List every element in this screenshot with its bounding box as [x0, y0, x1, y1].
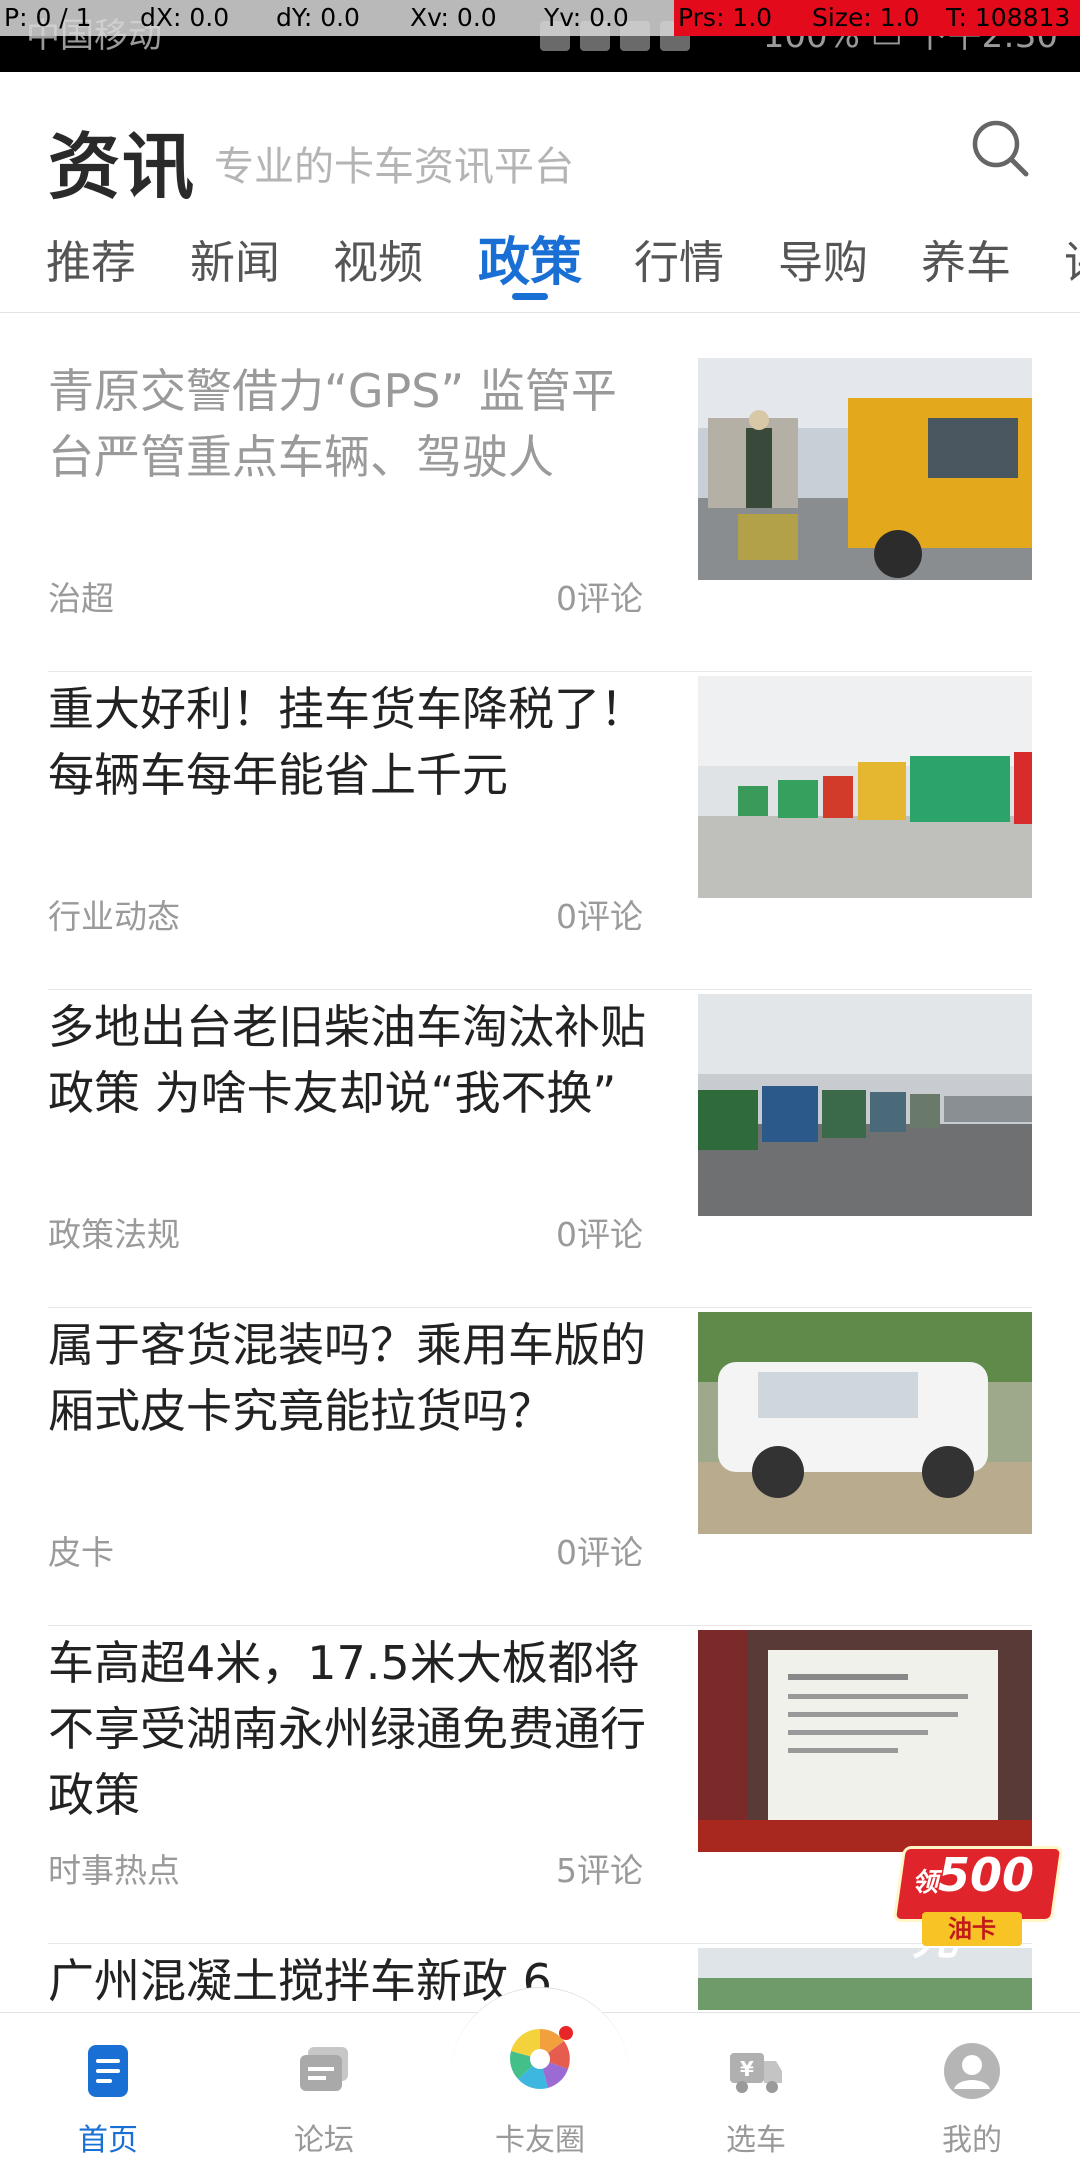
promo-prefix: 领 [912, 1868, 939, 1898]
truck-price-icon: ¥ [726, 2041, 786, 2101]
article-comments: 0评论 [556, 897, 643, 936]
article-tag: 治超 [48, 579, 114, 618]
article-comments: 0评论 [556, 1533, 643, 1572]
tab-news[interactable]: 新闻 [190, 226, 280, 291]
tab-market[interactable]: 行情 [634, 226, 724, 291]
svg-text:¥: ¥ [740, 2057, 754, 2081]
debug-pointer: P: 0 / 1 [0, 0, 136, 36]
profile-icon [942, 2041, 1002, 2101]
article-thumbnail [698, 1630, 1032, 1852]
article-thumbnail [698, 994, 1032, 1216]
article-comments: 0评论 [556, 1215, 643, 1254]
page-header: 资讯 专业的卡车资讯平台 推荐 新闻 视频 政策 行情 导购 养车 评 [0, 72, 1080, 313]
article-title: 青原交警借力“GPS” 监管平台严管重点车辆、驾驶人 [48, 364, 617, 484]
tab-review[interactable]: 评 [1064, 226, 1080, 291]
list-item[interactable]: 青原交警借力“GPS” 监管平台严管重点车辆、驾驶人 治超 0评论 [48, 354, 1032, 672]
forum-icon [294, 2041, 354, 2101]
nav-profile-label: 我的 [942, 2123, 1002, 2158]
debug-t: T: 108813 [942, 0, 1080, 36]
page-subtitle: 专业的卡车资讯平台 [214, 144, 574, 190]
status-bar: 中国移动 100% ▭ 下午2:30 P: 0 / 1 dX: 0.0 dY: … [0, 0, 1080, 72]
list-item[interactable]: 重大好利！挂车货车降税了！每辆车每年能省上千元 行业动态 0评论 [48, 672, 1032, 990]
article-title: 车高超4米，17.5米大板都将不享受湖南永州绿通免费通行政策 [48, 1636, 646, 1822]
pointer-debug-overlay: P: 0 / 1 dX: 0.0 dY: 0.0 Xv: 0.0 Yv: 0.0… [0, 0, 1080, 36]
debug-size: Size: 1.0 [808, 0, 942, 36]
debug-dx: dX: 0.0 [136, 0, 272, 36]
nav-home-label: 首页 [78, 2123, 138, 2158]
tab-policy[interactable]: 政策 [478, 220, 582, 295]
article-tag: 政策法规 [48, 1215, 180, 1254]
article-thumbnail [698, 358, 1032, 580]
list-item[interactable]: 车高超4米，17.5米大板都将不享受湖南永州绿通免费通行政策 时事热点 5评论 [48, 1626, 1032, 1944]
article-thumbnail [698, 676, 1032, 898]
news-feed[interactable]: 青原交警借力“GPS” 监管平台严管重点车辆、驾驶人 治超 0评论 重大好利！挂… [0, 320, 1080, 2010]
promo-label: 油卡 [922, 1912, 1022, 1946]
list-item[interactable]: 多地出台老旧柴油车淘汰补贴政策 为啥卡友却说“我不换” 政策法规 0评论 [48, 990, 1032, 1308]
nav-choose-truck[interactable]: ¥ 选车 [648, 2013, 864, 2161]
fuel-card-promo[interactable]: 领500元 油卡 [892, 1838, 1064, 1965]
tab-recommend[interactable]: 推荐 [46, 226, 136, 291]
article-thumbnail [698, 1312, 1032, 1534]
bottom-navigation: 首页 论坛 卡友圈 ¥ 选车 我的 [0, 1987, 1080, 2161]
debug-yv: Yv: 0.0 [540, 0, 674, 36]
nav-truck-circle[interactable]: 卡友圈 [432, 2013, 648, 2161]
home-doc-icon [78, 2041, 138, 2101]
search-icon[interactable] [968, 116, 1032, 180]
article-comments: 0评论 [556, 579, 643, 618]
nav-choose-truck-label: 选车 [726, 2123, 786, 2158]
active-tab-indicator [512, 293, 548, 300]
debug-xv: Xv: 0.0 [406, 0, 540, 36]
nav-profile[interactable]: 我的 [864, 2013, 1080, 2161]
article-tag: 时事热点 [48, 1851, 180, 1890]
nav-forum[interactable]: 论坛 [216, 2013, 432, 2161]
article-tag: 皮卡 [48, 1533, 114, 1572]
tab-maintenance[interactable]: 养车 [921, 226, 1011, 291]
article-title: 属于客货混装吗？乘用车版的厢式皮卡究竟能拉货吗？ [48, 1318, 646, 1438]
pinwheel-icon [504, 2023, 576, 2095]
debug-dy: dY: 0.0 [272, 0, 406, 36]
promo-amount: 领500元 [912, 1848, 1062, 1968]
promo-value: 500元 [912, 1848, 1035, 1965]
list-item[interactable]: 属于客货混装吗？乘用车版的厢式皮卡究竟能拉货吗？ 皮卡 0评论 [48, 1308, 1032, 1626]
article-tag: 行业动态 [48, 897, 180, 936]
tab-buying-guide[interactable]: 导购 [778, 226, 868, 291]
category-tabs: 推荐 新闻 视频 政策 行情 导购 养车 评 [0, 212, 1080, 312]
page-title: 资讯 [48, 124, 197, 209]
article-title: 多地出台老旧柴油车淘汰补贴政策 为啥卡友却说“我不换” [48, 1000, 646, 1120]
nav-forum-label: 论坛 [294, 2123, 354, 2158]
debug-prs: Prs: 1.0 [674, 0, 808, 36]
article-comments: 5评论 [556, 1851, 643, 1890]
tab-video[interactable]: 视频 [333, 226, 423, 291]
nav-home[interactable]: 首页 [0, 2013, 216, 2161]
nav-truck-circle-label: 卡友圈 [495, 2123, 585, 2158]
article-title: 重大好利！挂车货车降税了！每辆车每年能省上千元 [48, 682, 646, 802]
